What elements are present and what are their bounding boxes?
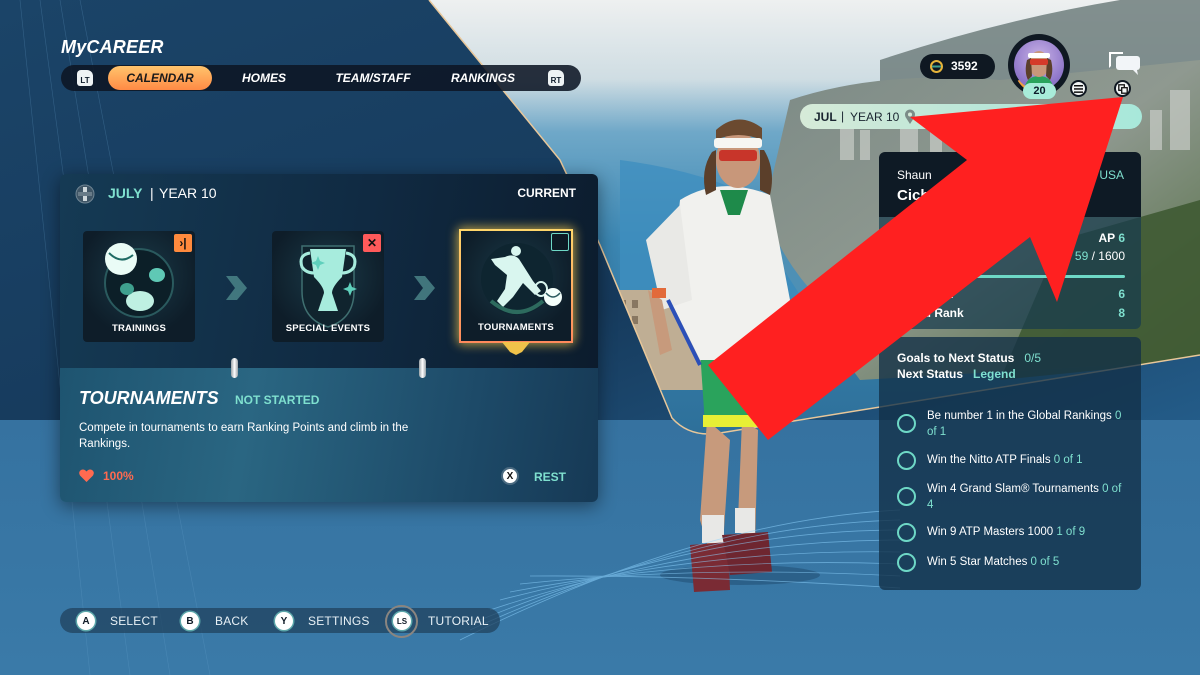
unavailable-badge-icon: ✕ — [363, 234, 381, 252]
hint-settings[interactable]: SETTINGS — [308, 614, 370, 628]
detail-title: TOURNAMENTS — [79, 388, 219, 408]
goal-checkbox-icon — [897, 553, 916, 572]
location-pin-icon — [905, 109, 915, 124]
switch-view-icon[interactable] — [1114, 80, 1131, 97]
card-label: TRAININGS — [111, 323, 167, 334]
energy-value: 100% — [103, 469, 134, 483]
slider-marker — [231, 358, 238, 378]
hint-select[interactable]: SELECT — [110, 614, 158, 628]
goal-checkbox-icon — [897, 523, 916, 542]
coin-value: 3592 — [951, 59, 978, 73]
date-location-bar: JUL | YEAR 10 — [800, 104, 1142, 129]
location-month: JUL — [814, 110, 837, 124]
b-button-icon[interactable]: B — [181, 612, 199, 630]
tab-homes[interactable]: HOMES — [229, 66, 299, 90]
calendar-separator: | — [150, 185, 154, 201]
card-special-events[interactable]: ✕ SPECIAL EVENTS — [272, 231, 384, 342]
goal-checkbox-icon — [897, 487, 916, 506]
slider-marker — [419, 358, 426, 378]
ap-value: 6 — [1118, 231, 1125, 245]
goal-checkbox-icon — [897, 451, 916, 470]
player-last-name: Cich — [897, 187, 930, 204]
calendar-status: CURRENT — [517, 186, 576, 200]
goal-text: Win 5 Star Matches 0 of 5 — [927, 556, 1060, 568]
player-card-header: Shaun Cich USA — [879, 152, 1141, 217]
dpad-icon — [75, 184, 95, 204]
tab-bar: LT CALENDAR HOMES TEAM/STAFF RANKINGS RT — [61, 65, 581, 91]
tab-calendar[interactable]: CALENDAR — [108, 66, 212, 90]
rank-value: 6 — [1118, 287, 1125, 301]
player-stats: AP 6 59 / 1600 nk 6 al Rank 8 — [879, 217, 1141, 329]
global-rank-label: al Rank — [921, 306, 964, 320]
coin-icon — [930, 60, 943, 73]
chevron-right-icon — [414, 276, 435, 300]
rank-label: nk — [939, 287, 954, 301]
points-value: 59 — [1074, 249, 1089, 263]
goals-to-next-status: Goals to Next Status 0/5 — [897, 351, 1041, 365]
calendar-year: YEAR 10 — [159, 185, 217, 201]
detail-status: NOT STARTED — [235, 393, 320, 407]
player-first-name: Shaun — [897, 168, 932, 182]
goal-text: Be number 1 in the Global Rankings 0 of … — [927, 410, 1122, 438]
card-trainings[interactable]: ›| TRAININGS — [83, 231, 195, 342]
next-status-label: Next Status — [897, 367, 964, 381]
points-max: / 1600 — [1091, 249, 1125, 263]
y-button-icon[interactable]: Y — [275, 612, 293, 630]
location-separator: | — [841, 109, 845, 123]
card-label: SPECIAL EVENTS — [285, 323, 371, 334]
calendar-month: JULY — [108, 185, 143, 201]
rt-trigger-icon[interactable]: RT — [548, 70, 564, 86]
next-status-value: Legend — [973, 367, 1016, 381]
global-rank-value: 8 — [1118, 306, 1125, 320]
card-label: TOURNAMENTS — [478, 322, 554, 333]
player-level-badge: 20 — [1023, 83, 1056, 99]
detail-description: Compete in tournaments to earn Ranking P… — [79, 422, 409, 450]
a-button-icon[interactable]: A — [77, 612, 95, 630]
player-country: USA — [1099, 168, 1124, 182]
chat-icon[interactable] — [1107, 50, 1141, 76]
goals-value: 0/5 — [1024, 351, 1042, 365]
goal-text: Win 4 Grand Slam® Tournaments 0 of 4 — [927, 483, 1122, 511]
controller-hints: A SELECT B BACK Y SETTINGS LS TUTORIAL — [60, 605, 500, 638]
goal-text: Win the Nitto ATP Finals 0 of 1 — [927, 454, 1083, 466]
next-status: Next Status Legend — [897, 367, 1016, 381]
tab-team-staff[interactable]: TEAM/STAFF — [323, 66, 423, 90]
x-button-icon[interactable]: X — [501, 467, 519, 485]
ap-label: AP — [1098, 231, 1115, 245]
tab-rankings[interactable]: RANKINGS — [443, 66, 523, 90]
currency-display: 3592 — [920, 54, 995, 79]
location-year: YEAR 10 — [850, 110, 900, 124]
calendar-panel: JULY | YEAR 10 CURRENT ›| TRAININGS ✕ SP… — [60, 174, 598, 502]
lt-trigger-icon[interactable]: LT — [77, 70, 93, 86]
goal-text: Win 9 ATP Masters 1000 1 of 9 — [927, 526, 1086, 538]
ap-row: AP 6 — [1099, 231, 1125, 245]
page-title: MyCAREER — [61, 37, 164, 57]
heart-icon — [79, 469, 94, 482]
rest-button[interactable]: REST — [534, 470, 566, 484]
chevron-right-icon — [226, 276, 247, 300]
empty-badge-icon — [551, 233, 569, 251]
skip-badge-icon: ›| — [174, 234, 192, 252]
menu-icon[interactable] — [1070, 80, 1087, 97]
card-tournaments[interactable]: TOURNAMENTS — [459, 229, 573, 343]
goals-label: Goals to Next Status — [897, 351, 1015, 365]
points-progress-bar — [889, 275, 1125, 278]
selection-pointer-icon — [502, 342, 530, 355]
hint-tutorial[interactable]: TUTORIAL — [428, 614, 489, 628]
status-goals-panel: Goals to Next Status 0/5 Next Status Leg… — [879, 337, 1141, 590]
ls-button-icon[interactable]: LS — [393, 612, 411, 630]
hint-back[interactable]: BACK — [215, 614, 248, 628]
goal-checkbox-icon — [897, 414, 916, 433]
points-row: 59 / 1600 — [1075, 249, 1125, 263]
